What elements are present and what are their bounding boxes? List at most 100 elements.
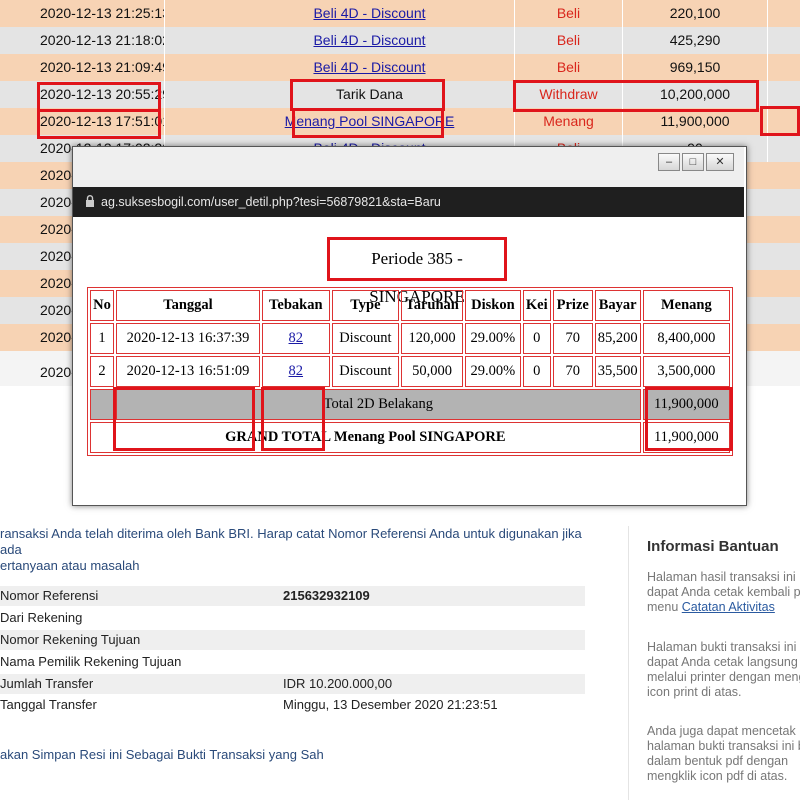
- date-cell: 2020-12-13 21:09:49: [0, 54, 165, 81]
- col-header: Kei: [522, 290, 551, 321]
- type-cell: Discount: [331, 356, 400, 387]
- type-cell: Beli: [515, 54, 623, 81]
- transaction-link[interactable]: Beli 4D - Discount: [313, 59, 425, 75]
- highlight-box: [645, 387, 733, 451]
- receipt-row: Nomor Referensi 215632932109: [0, 586, 585, 606]
- date-cell: 2020-12-13 21:25:13: [0, 0, 165, 27]
- menang-cell: 3,500,000: [642, 356, 730, 387]
- message-line: ransaksi Anda telah diterima oleh Bank B…: [0, 526, 582, 557]
- receipt-value: IDR 10.200.000,00: [283, 676, 393, 691]
- table-row: 2020-12-13 21:18:02 Beli 4D - Discount B…: [0, 27, 800, 54]
- highlight-box: [513, 80, 759, 112]
- kei-cell: 0: [522, 356, 551, 387]
- no-cell: 1: [90, 323, 114, 354]
- help-paragraph: Anda juga dapat mencetak halaman bukti t…: [647, 724, 800, 784]
- help-text: halaman bukti transaksi ini b: [647, 739, 800, 753]
- lock-icon: [85, 188, 95, 218]
- receipt-label: Dari Rekening: [0, 610, 83, 625]
- prize-cell: 70: [552, 323, 593, 354]
- highlight-box: [261, 387, 325, 451]
- no-cell: 2: [90, 356, 114, 387]
- highlight-box: [292, 108, 444, 138]
- amount-cell: 220,100: [623, 0, 768, 27]
- highlight-box: [290, 79, 445, 111]
- amount-cell: 969,150: [623, 54, 768, 81]
- bayar-cell: 85,200: [594, 323, 641, 354]
- popup-window: – □ ✕ ag.suksesbogil.com/user_detil.php?…: [72, 146, 747, 506]
- menang-cell: 8,400,000: [642, 323, 730, 354]
- help-text: Halaman hasil transaksi ini: [647, 570, 796, 584]
- message-line: ertanyaan atau masalah: [0, 558, 140, 573]
- receipt-row: Nama Pemilik Rekening Tujuan: [0, 652, 585, 672]
- type-cell: Menang: [515, 108, 623, 135]
- window-titlebar: – □ ✕: [73, 147, 744, 187]
- col-header: Bayar: [594, 290, 641, 321]
- receipt-value: 215632932109: [283, 588, 370, 603]
- amount-cell: 11,900,000: [623, 108, 768, 135]
- receipt-row: Jumlah Transfer IDR 10.200.000,00: [0, 674, 585, 694]
- tebakan-link[interactable]: 82: [289, 363, 304, 379]
- close-button[interactable]: ✕: [706, 153, 734, 171]
- table-row: 2020-12-13 21:25:13 Beli 4D - Discount B…: [0, 0, 800, 27]
- diskon-cell: 29.00%: [465, 356, 521, 387]
- type-cell: Beli: [515, 0, 623, 27]
- prize-cell: 70: [552, 356, 593, 387]
- tanggal-cell: 2020-12-13 16:51:09: [115, 356, 260, 387]
- transaction-link[interactable]: Beli 4D - Discount: [313, 5, 425, 21]
- receipt-row: Dari Rekening: [0, 608, 585, 628]
- receipt-footer: akan Simpan Resi ini Sebagai Bukti Trans…: [0, 747, 324, 762]
- highlight-box: [37, 109, 161, 139]
- bayar-cell: 35,500: [594, 356, 641, 387]
- help-text: dalam bentuk pdf dengan: [647, 754, 789, 768]
- periode-title: Periode 385 - SINGAPORE: [327, 237, 507, 306]
- help-text: melalui printer dengan meng: [647, 670, 800, 684]
- col-header: Tanggal: [115, 290, 260, 321]
- receipt-label: Nama Pemilik Rekening Tujuan: [0, 654, 182, 669]
- col-header: Prize: [552, 290, 593, 321]
- col-header: Diskon: [465, 290, 521, 321]
- empty-cell: [90, 389, 114, 420]
- help-text: icon print di atas.: [647, 685, 742, 699]
- taruhan-cell: 120,000: [401, 323, 464, 354]
- help-title: Informasi Bantuan: [647, 538, 779, 555]
- help-paragraph: Halaman hasil transaksi ini dapat Anda c…: [647, 570, 800, 615]
- receipt-label: Nomor Referensi: [0, 588, 99, 603]
- receipt-label: Jumlah Transfer: [0, 676, 94, 691]
- highlight-box: [113, 387, 255, 451]
- taruhan-cell: 50,000: [401, 356, 464, 387]
- date-cell: 2020-12-13 21:18:02: [0, 27, 165, 54]
- highlight-box: [37, 82, 161, 112]
- receipt-row: Tanggal Transfer Minggu, 13 Desember 202…: [0, 695, 585, 715]
- highlight-box: [760, 106, 800, 136]
- table-row: 2 2020-12-13 16:51:09 82 Discount 50,000…: [90, 356, 730, 387]
- col-header: Menang: [642, 290, 730, 321]
- col-header: Tebakan: [261, 290, 330, 321]
- receipt-message: ransaksi Anda telah diterima oleh Bank B…: [0, 526, 590, 574]
- maximize-button[interactable]: □: [682, 153, 704, 171]
- type-cell: Beli: [515, 27, 623, 54]
- table-row: 2020-12-13 21:09:49 Beli 4D - Discount B…: [0, 54, 800, 81]
- kei-cell: 0: [522, 323, 551, 354]
- amount-cell: 425,290: [623, 27, 768, 54]
- url-text: ag.suksesbogil.com/user_detil.php?tesi=5…: [101, 195, 441, 209]
- help-text: dapat Anda cetak langsung: [647, 655, 798, 669]
- help-text: dapat Anda cetak kembali p: [647, 585, 800, 599]
- receipt-row: Nomor Rekening Tujuan: [0, 630, 585, 650]
- help-text: Anda juga dapat mencetak: [647, 724, 796, 738]
- popup-content: Periode 385 - SINGAPORE No Tanggal Tebak…: [73, 217, 744, 505]
- table-row: 1 2020-12-13 16:37:39 82 Discount 120,00…: [90, 323, 730, 354]
- tanggal-cell: 2020-12-13 16:37:39: [115, 323, 260, 354]
- transaction-link[interactable]: Beli 4D - Discount: [313, 32, 425, 48]
- address-bar[interactable]: ag.suksesbogil.com/user_detil.php?tesi=5…: [73, 187, 744, 217]
- help-panel: Informasi Bantuan Halaman hasil transaks…: [628, 526, 800, 800]
- help-text: mengklik icon pdf di atas.: [647, 769, 788, 783]
- col-header: Taruhan: [401, 290, 464, 321]
- diskon-cell: 29.00%: [465, 323, 521, 354]
- activity-log-link[interactable]: Catatan Aktivitas: [682, 600, 775, 614]
- receipt-value: Minggu, 13 Desember 2020 21:23:51: [283, 697, 498, 712]
- type-cell: Discount: [331, 323, 400, 354]
- minimize-button[interactable]: –: [658, 153, 680, 171]
- receipt-label: Nomor Rekening Tujuan: [0, 632, 141, 647]
- receipt-label: Tanggal Transfer: [0, 697, 97, 712]
- tebakan-link[interactable]: 82: [289, 330, 304, 346]
